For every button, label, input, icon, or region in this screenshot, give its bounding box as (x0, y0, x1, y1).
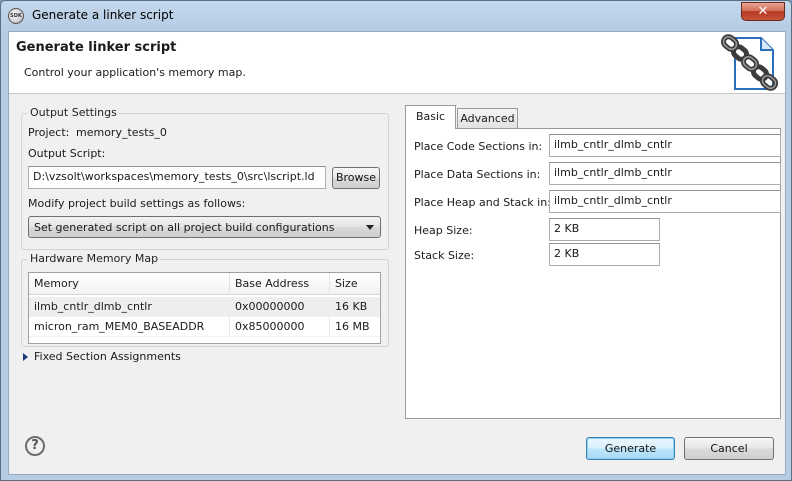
cell-memory: ilmb_cntlr_dlmb_cntlr (29, 297, 230, 317)
data-sections-input[interactable]: ilmb_cntlr_dlmb_cntlr (549, 162, 781, 185)
project-value: memory_tests_0 (76, 126, 167, 139)
stack-size-label: Stack Size: (414, 249, 475, 262)
heap-size-input[interactable]: 2 KB (549, 218, 660, 241)
browse-button[interactable]: Browse (332, 167, 380, 189)
cell-base-address: 0x00000000 (230, 297, 330, 317)
cell-size: 16 MB (330, 317, 380, 337)
dialog-client-area: Generate linker script Control your appl… (8, 31, 786, 475)
stack-size-input[interactable]: 2 KB (549, 243, 660, 266)
tab-join (406, 127, 455, 129)
chevron-right-icon (23, 353, 28, 361)
build-settings-select[interactable]: Set generated script on all project buil… (28, 216, 381, 238)
cell-size: 16 KB (330, 297, 380, 317)
sdk-app-icon: SDK (8, 8, 24, 24)
output-script-label: Output Script: (28, 147, 106, 160)
generate-button[interactable]: Generate (586, 437, 675, 460)
table-row[interactable]: ilmb_cntlr_dlmb_cntlr 0x00000000 16 KB (29, 297, 380, 317)
build-settings-selected: Set generated script on all project buil… (34, 221, 335, 234)
output-script-input[interactable]: D:\vzsolt\workspaces\memory_tests_0\src\… (28, 166, 326, 189)
fixed-section-assignments-label: Fixed Section Assignments (34, 350, 181, 363)
hardware-memory-map-label: Hardware Memory Map (28, 252, 161, 265)
project-label: Project: (28, 126, 70, 139)
chevron-down-icon (366, 225, 374, 230)
output-settings-label: Output Settings (28, 106, 119, 119)
dialog-header: Generate linker script Control your appl… (9, 32, 785, 94)
memory-map-table[interactable]: Memory Base Address Size ilmb_cntlr_dlmb… (28, 272, 381, 344)
cell-base-address: 0x85000000 (230, 317, 330, 337)
tab-advanced[interactable]: Advanced (457, 108, 518, 128)
data-sections-label: Place Data Sections in: (414, 168, 541, 181)
title-bar[interactable]: SDK Generate a linker script ✕ (1, 1, 791, 31)
cell-memory: micron_ram_MEM0_BASEADDR (29, 317, 230, 337)
window-title: Generate a linker script (32, 8, 174, 22)
heap-size-label: Heap Size: (414, 224, 473, 237)
table-header: Memory Base Address Size (29, 273, 380, 295)
tab-basic[interactable]: Basic (405, 105, 456, 129)
heap-stack-label: Place Heap and Stack in: (414, 196, 551, 209)
page-description: Control your application's memory map. (24, 66, 246, 79)
close-button[interactable]: ✕ (741, 2, 785, 21)
heap-stack-input[interactable]: ilmb_cntlr_dlmb_cntlr (549, 190, 781, 213)
page-title: Generate linker script (16, 40, 177, 55)
help-icon[interactable]: ? (25, 436, 45, 456)
dialog-window: SDK Generate a linker script ✕ Generate … (0, 0, 792, 481)
code-sections-label: Place Code Sections in: (414, 140, 543, 153)
linked-document-icon (721, 34, 779, 91)
fixed-section-assignments-toggle[interactable]: Fixed Section Assignments (23, 350, 181, 363)
column-header-base-address[interactable]: Base Address (230, 273, 330, 295)
modify-settings-label: Modify project build settings as follows… (28, 197, 246, 210)
table-row[interactable]: micron_ram_MEM0_BASEADDR 0x85000000 16 M… (29, 317, 380, 337)
column-header-size[interactable]: Size (330, 273, 380, 295)
code-sections-input[interactable]: ilmb_cntlr_dlmb_cntlr (549, 134, 781, 157)
cancel-button[interactable]: Cancel (684, 437, 774, 460)
column-header-memory[interactable]: Memory (29, 273, 230, 295)
